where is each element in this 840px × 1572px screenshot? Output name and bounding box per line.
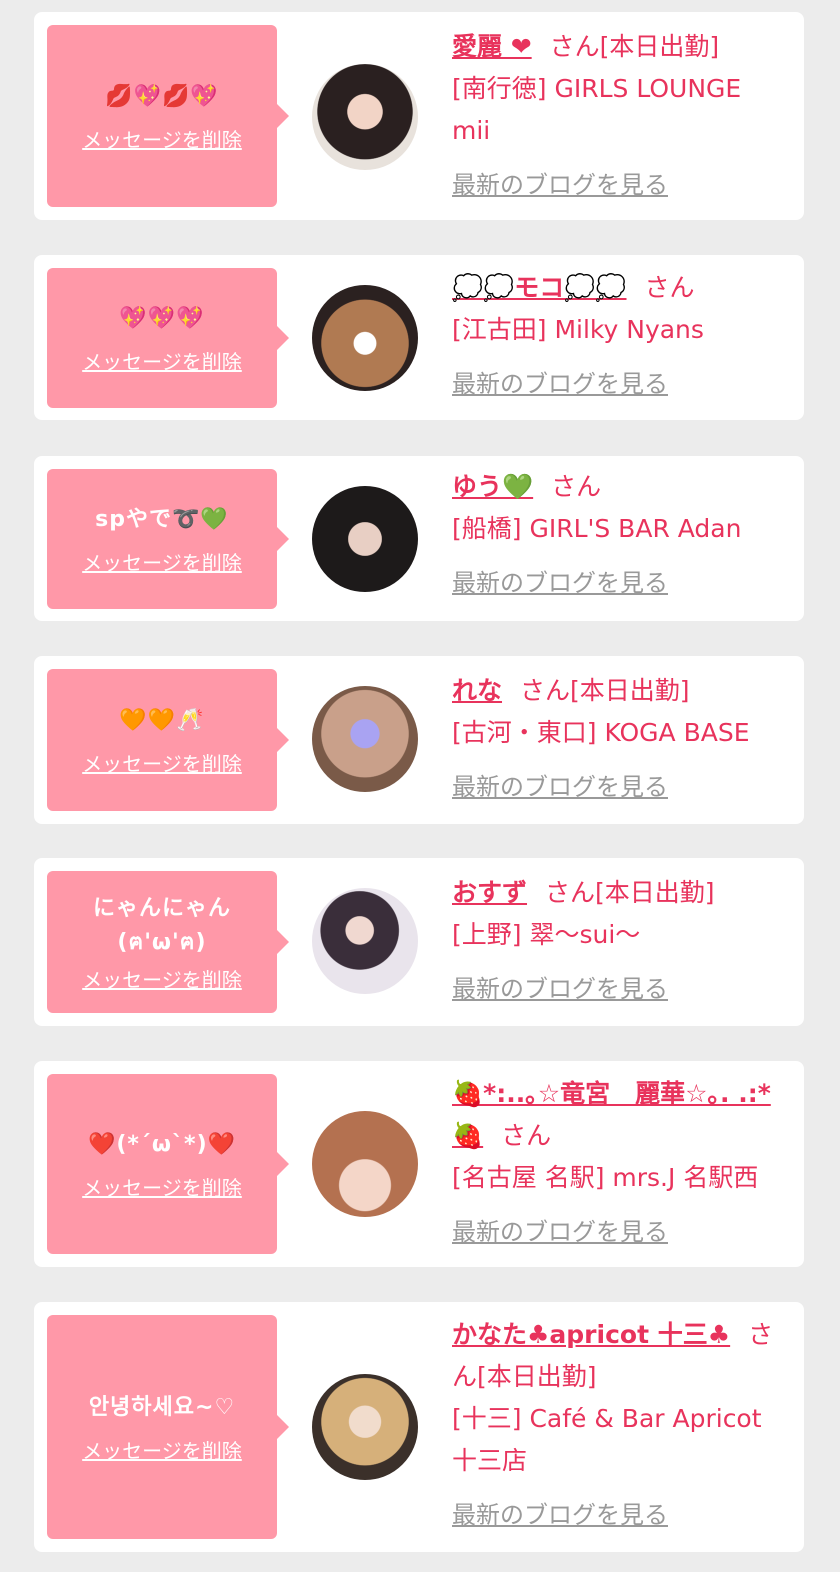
- store-name: [船橋] GIRL'S BAR Adan: [452, 514, 742, 543]
- attendance-status: [本日出勤]: [599, 32, 720, 61]
- honorific: さん: [549, 32, 600, 61]
- delete-message-link[interactable]: メッセージを削除: [82, 1172, 242, 1201]
- cast-info: ゆう💚 さん [船橋] GIRL'S BAR Adan 最新のブログを見る: [452, 466, 786, 604]
- honorific: さん: [501, 1121, 552, 1150]
- message-card: にゃんにゃん (ฅ'ω'ฅ) メッセージを削除 おすず さん[本日出勤] [上野]…: [34, 858, 804, 1026]
- message-card: 🧡🧡🥂 メッセージを削除 れな さん[本日出勤] [古河・東口] KOGA BAS…: [34, 656, 804, 824]
- delete-message-link[interactable]: メッセージを削除: [82, 124, 242, 153]
- latest-blog-link[interactable]: 最新のブログを見る: [452, 1494, 668, 1536]
- latest-blog-link[interactable]: 最新のブログを見る: [452, 363, 668, 405]
- avatar[interactable]: [312, 486, 418, 592]
- message-bubble: 💋💖💋💖 メッセージを削除: [47, 25, 289, 207]
- attendance-status: [本日出勤]: [570, 676, 690, 705]
- delete-message-link[interactable]: メッセージを削除: [82, 1435, 242, 1464]
- avatar[interactable]: [312, 64, 418, 170]
- delete-message-link[interactable]: メッセージを削除: [82, 346, 242, 375]
- cast-info: 🍓*:..｡☆竜宮 麗華☆｡. .:*🍓 さん [名古屋 名駅] mrs.J 名駅…: [452, 1073, 786, 1253]
- avatar[interactable]: [312, 1111, 418, 1217]
- message-text: にゃんにゃん (ฅ'ω'ฅ): [92, 895, 231, 955]
- cast-info: れな さん[本日出勤] [古河・東口] KOGA BASE 最新のブログを見る: [452, 670, 786, 808]
- cast-name-link[interactable]: 愛麗 ❤: [452, 32, 532, 61]
- message-text: 🧡🧡🥂: [119, 707, 205, 733]
- cast-name-link[interactable]: かなた♣apricot 十三♣: [452, 1320, 730, 1349]
- avatar[interactable]: [312, 1374, 418, 1480]
- message-bubble: spやで➰💚 メッセージを削除: [47, 469, 289, 609]
- message-text: spやで➰💚: [95, 506, 229, 532]
- message-card: spやで➰💚 メッセージを削除 ゆう💚 さん [船橋] GIRL'S BAR Ad…: [34, 456, 804, 621]
- message-card: 💋💖💋💖 メッセージを削除 愛麗 ❤ さん[本日出勤] [南行徳] GIRLS L…: [34, 12, 804, 220]
- message-bubble: ❤️(*´ω`*)❤️ メッセージを削除: [47, 1074, 289, 1254]
- message-text: 안녕하세요~♡: [88, 1394, 236, 1420]
- message-bubble: 🧡🧡🥂 メッセージを削除: [47, 669, 289, 811]
- message-bubble: 안녕하세요~♡ メッセージを削除: [47, 1315, 289, 1539]
- latest-blog-link[interactable]: 最新のブログを見る: [452, 562, 668, 604]
- message-text: ❤️(*´ω`*)❤️: [87, 1131, 237, 1157]
- cast-name-link[interactable]: ゆう💚: [452, 472, 533, 501]
- message-bubble: にゃんにゃん (ฅ'ω'ฅ) メッセージを削除: [47, 871, 289, 1013]
- latest-blog-link[interactable]: 最新のブログを見る: [452, 164, 668, 206]
- message-bubble: 💖💖💖 メッセージを削除: [47, 268, 289, 408]
- message-card: 안녕하세요~♡ メッセージを削除 かなた♣apricot 十三♣ さん[本日出勤]…: [34, 1302, 804, 1552]
- cast-info: おすず さん[本日出勤] [上野] 翠〜sui〜 最新のブログを見る: [452, 872, 786, 1010]
- cast-name-link[interactable]: 🍓*:..｡☆竜宮 麗華☆｡. .:*🍓: [452, 1079, 771, 1150]
- store-name: [古河・東口] KOGA BASE: [452, 718, 750, 747]
- delete-message-link[interactable]: メッセージを削除: [82, 748, 242, 777]
- message-text: 💖💖💖: [119, 305, 205, 331]
- cast-info: 💭💭モコ💭💭 さん [江古田] Milky Nyans 最新のブログを見る: [452, 267, 786, 405]
- delete-message-link[interactable]: メッセージを削除: [82, 964, 242, 993]
- latest-blog-link[interactable]: 最新のブログを見る: [452, 1211, 668, 1253]
- store-name: [十三] Café & Bar Apricot 十三店: [452, 1404, 762, 1475]
- store-name: [名古屋 名駅] mrs.J 名駅西: [452, 1163, 759, 1192]
- store-name: [南行徳] GIRLS LOUNGE mii: [452, 74, 742, 145]
- latest-blog-link[interactable]: 最新のブログを見る: [452, 968, 668, 1010]
- delete-message-link[interactable]: メッセージを削除: [82, 547, 242, 576]
- attendance-status: [本日出勤]: [477, 1362, 597, 1391]
- honorific: さん: [644, 273, 695, 302]
- cast-info: かなた♣apricot 十三♣ さん[本日出勤] [十三] Café & Bar …: [452, 1314, 786, 1536]
- cast-name-link[interactable]: おすず: [452, 878, 527, 907]
- attendance-status: [本日出勤]: [595, 878, 715, 907]
- store-name: [江古田] Milky Nyans: [452, 315, 704, 344]
- message-card: ❤️(*´ω`*)❤️ メッセージを削除 🍓*:..｡☆竜宮 麗華☆｡. .:*…: [34, 1061, 804, 1267]
- avatar[interactable]: [312, 686, 418, 792]
- latest-blog-link[interactable]: 最新のブログを見る: [452, 766, 668, 808]
- honorific: さん: [520, 676, 571, 705]
- message-card: 💖💖💖 メッセージを削除 💭💭モコ💭💭 さん [江古田] Milky Nyans …: [34, 255, 804, 420]
- message-text: 💋💖💋💖: [105, 83, 219, 109]
- cast-name-link[interactable]: れな: [452, 676, 502, 705]
- cast-name-link[interactable]: 💭💭モコ💭💭: [452, 273, 627, 302]
- cast-info: 愛麗 ❤ さん[本日出勤] [南行徳] GIRLS LOUNGE mii 最新のブ…: [452, 26, 786, 206]
- avatar[interactable]: [312, 888, 418, 994]
- honorific: さん: [551, 472, 602, 501]
- avatar[interactable]: [312, 285, 418, 391]
- store-name: [上野] 翠〜sui〜: [452, 920, 641, 949]
- honorific: さん: [545, 878, 596, 907]
